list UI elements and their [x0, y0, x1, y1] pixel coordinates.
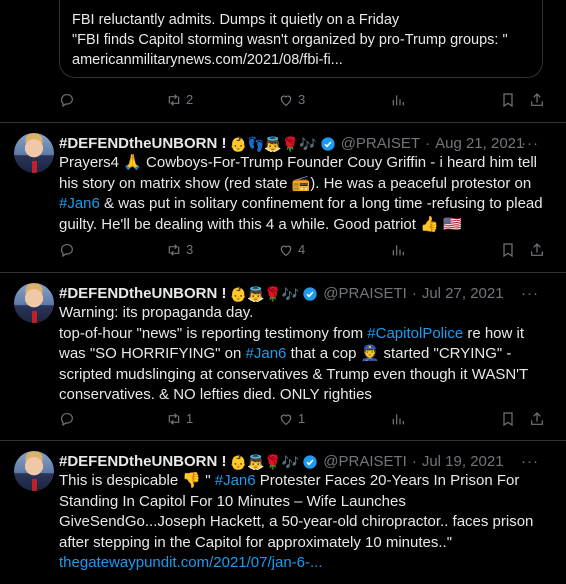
share-icon — [531, 412, 543, 425]
more-options-icon[interactable]: ··· — [521, 284, 539, 304]
heart-icon — [280, 95, 292, 107]
analytics-icon — [392, 245, 404, 256]
verified-badge-icon — [321, 137, 335, 151]
tweet-date[interactable]: Jul 19, 2021 — [422, 452, 504, 472]
share-button[interactable] — [529, 92, 545, 108]
more-options-icon[interactable]: ··· — [521, 452, 539, 472]
retweet-count: 2 — [186, 92, 194, 107]
tweet-header: #DEFENDtheUNBORN ! 👶👼🌹🎶 @PRAISETI · Jul … — [59, 452, 539, 472]
share-button[interactable] — [529, 242, 545, 258]
tweet-actions: 2 3 — [59, 90, 549, 110]
tweet-date[interactable]: Aug 21, 2021 — [435, 134, 524, 154]
bookmark-button[interactable] — [500, 92, 516, 108]
separator-dot: · — [411, 453, 417, 470]
analytics-icon — [392, 95, 404, 106]
share-icon — [531, 243, 543, 256]
tweet-actions: 1 1 — [59, 409, 549, 429]
analytics-icon — [392, 414, 404, 425]
tweet-text-segment: top-of-hour "news" is reporting testimon… — [59, 324, 368, 342]
tweet-text-line: Warning: its propaganda day. — [59, 304, 254, 321]
hashtag[interactable]: #CapitolPolice — [367, 325, 463, 342]
bookmark-icon — [503, 412, 513, 427]
user-handle[interactable]: @PRAISETI — [323, 452, 407, 472]
display-name[interactable]: #DEFENDtheUNBORN ! — [59, 284, 227, 304]
tweet-text: Prayers4 🙏 Cowboys-For-Trump Founder Cou… — [59, 153, 545, 235]
like-button[interactable]: 4 — [278, 240, 305, 260]
tweet-actions: 3 4 — [59, 240, 549, 260]
name-emoji: 👶👼🌹🎶 — [229, 454, 300, 470]
quote-line: "FBI finds Capitol storming wasn't organ… — [72, 32, 508, 48]
hashtag[interactable]: #Jan6 — [246, 345, 287, 362]
quote-link: americanmilitarynews.com/2021/08/fbi-fi.… — [72, 52, 343, 68]
retweet-count: 1 — [186, 411, 194, 426]
tweet-text: Warning: its propaganda day. top-of-hour … — [59, 303, 545, 406]
hashtag[interactable]: #Jan6 — [215, 472, 256, 489]
tweet-date[interactable]: Jul 27, 2021 — [422, 284, 504, 304]
bookmark-button[interactable] — [500, 242, 516, 258]
tweet-header: #DEFENDtheUNBORN ! 👶👣👼🌹🎶 @PRAISET · Aug … — [59, 134, 539, 154]
tweet-text-segment: & was put in solitary confinement for a … — [59, 195, 543, 233]
quoted-tweet-card[interactable]: FBI reluctantly admits. Dumps it quietly… — [59, 0, 543, 78]
verified-badge-icon — [303, 287, 317, 301]
like-button[interactable]: 1 — [278, 409, 305, 429]
external-link[interactable]: thegatewaypundit.com/2021/07/jan-6-... — [59, 553, 545, 574]
reply-icon — [61, 413, 73, 427]
name-emoji: 👶👼🌹🎶 — [229, 286, 300, 302]
retweet-icon — [168, 94, 180, 106]
bookmark-icon — [503, 93, 513, 108]
like-count: 1 — [298, 411, 306, 426]
views-button[interactable] — [390, 92, 406, 108]
avatar[interactable] — [14, 133, 54, 173]
retweet-button[interactable]: 3 — [166, 240, 193, 260]
like-button[interactable]: 3 — [278, 90, 305, 110]
display-name[interactable]: #DEFENDtheUNBORN ! — [59, 452, 227, 472]
display-name[interactable]: #DEFENDtheUNBORN ! — [59, 134, 227, 154]
avatar[interactable] — [14, 283, 54, 323]
reply-icon — [61, 94, 73, 108]
bookmark-button[interactable] — [500, 411, 516, 427]
like-count: 3 — [298, 92, 306, 107]
retweet-button[interactable]: 1 — [166, 409, 193, 429]
name-emoji: 👶👣👼🌹🎶 — [229, 136, 317, 152]
divider — [0, 122, 566, 123]
heart-icon — [280, 245, 292, 257]
like-count: 4 — [298, 242, 306, 257]
separator-dot: · — [425, 135, 431, 152]
retweet-button[interactable]: 2 — [166, 90, 193, 110]
bookmark-icon — [503, 243, 513, 258]
views-button[interactable] — [390, 411, 406, 427]
reply-button[interactable] — [59, 242, 75, 258]
reply-icon — [61, 244, 73, 258]
tweet-header: #DEFENDtheUNBORN ! 👶👼🌹🎶 @PRAISETI · Jul … — [59, 284, 539, 304]
quote-line: FBI reluctantly admits. Dumps it quietly… — [72, 12, 400, 28]
views-button[interactable] — [390, 242, 406, 258]
verified-badge-icon — [303, 455, 317, 469]
divider — [0, 440, 566, 441]
tweet-text-segment: This is despicable 👎 " — [59, 472, 215, 489]
heart-icon — [280, 414, 292, 426]
reply-button[interactable] — [59, 411, 75, 427]
avatar[interactable] — [14, 451, 54, 491]
share-button[interactable] — [529, 411, 545, 427]
retweet-count: 3 — [186, 242, 194, 257]
retweet-icon — [168, 413, 180, 425]
retweet-icon — [168, 244, 180, 256]
hashtag[interactable]: #Jan6 — [59, 195, 100, 212]
more-options-icon[interactable]: ··· — [521, 134, 539, 154]
divider — [0, 272, 566, 273]
user-handle[interactable]: @PRAISET — [341, 134, 420, 154]
tweet-text-segment: Prayers4 🙏 Cowboys-For-Trump Founder Cou… — [59, 154, 537, 192]
share-icon — [531, 93, 543, 106]
reply-button[interactable] — [59, 92, 75, 108]
user-handle[interactable]: @PRAISETI — [323, 284, 407, 304]
separator-dot: · — [411, 285, 417, 302]
tweet-text: This is despicable 👎 " #Jan6 Protester F… — [59, 471, 545, 574]
